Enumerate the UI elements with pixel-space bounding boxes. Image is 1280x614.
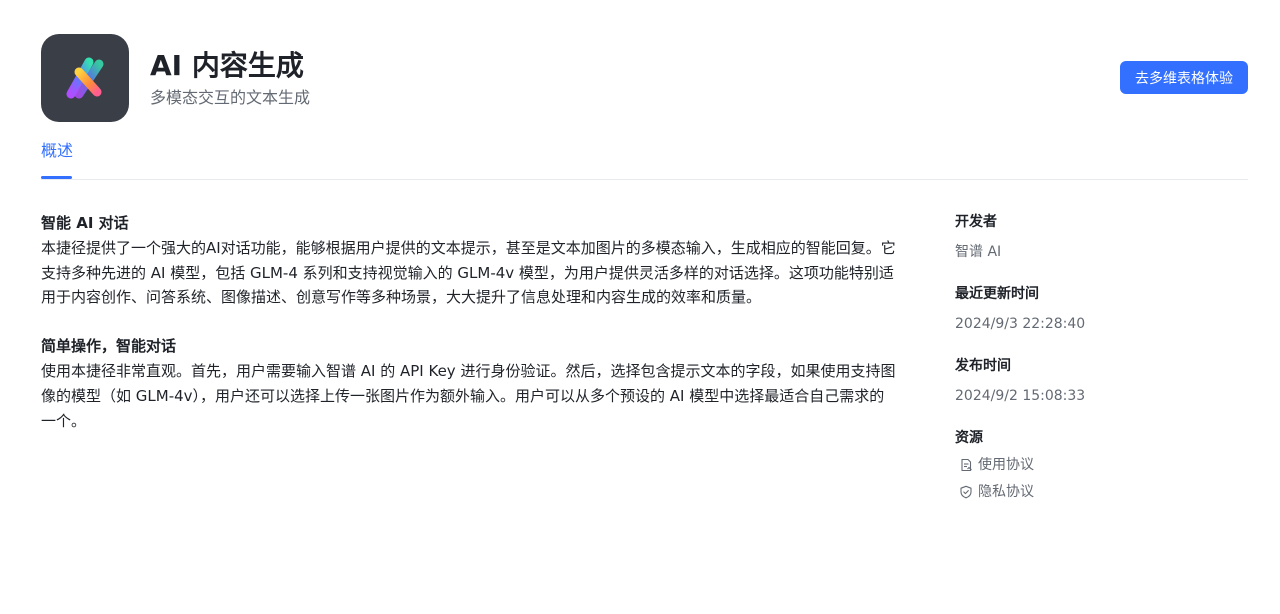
published-info: 发布时间 2024/9/2 15:08:33	[955, 355, 1245, 407]
published-label: 发布时间	[955, 358, 1011, 374]
resources-info: 资源 使用协议 隐私协议	[955, 427, 1245, 503]
page-title: AI 内容生成	[150, 49, 304, 82]
document-icon	[961, 458, 972, 472]
section-smart-ai-chat: 智能 AI 对话 本捷径提供了一个强大的AI对话功能，能够根据用户提供的文本提示…	[41, 211, 899, 310]
tab-overview[interactable]: 概述	[41, 139, 73, 163]
terms-of-use-label: 使用协议	[978, 457, 1034, 473]
overview-content: 智能 AI 对话 本捷径提供了一个强大的AI对话功能，能够根据用户提供的文本提示…	[41, 211, 899, 457]
privacy-policy-label: 隐私协议	[978, 484, 1034, 500]
section-body: 本捷径提供了一个强大的AI对话功能，能够根据用户提供的文本提示，甚至是文本加图片…	[41, 239, 896, 307]
try-in-base-button[interactable]: 去多维表格体验	[1120, 61, 1248, 94]
tab-divider	[41, 179, 1248, 180]
info-sidebar: 开发者 智谱 AI 最近更新时间 2024/9/3 22:28:40 发布时间 …	[955, 211, 1245, 523]
developer-info: 开发者 智谱 AI	[955, 211, 1245, 263]
published-value: 2024/9/2 15:08:33	[955, 388, 1086, 404]
updated-info: 最近更新时间 2024/9/3 22:28:40	[955, 283, 1245, 335]
ai-x-logo-icon	[41, 34, 129, 122]
section-simple-operation: 简单操作，智能对话 使用本捷径非常直观。首先，用户需要输入智谱 AI 的 API…	[41, 334, 899, 433]
shield-check-icon	[960, 485, 972, 499]
plugin-detail-page: AI 内容生成 多模态交互的文本生成 去多维表格体验 概述 智能 AI 对话 本…	[0, 0, 1280, 614]
terms-of-use-link[interactable]: 使用协议	[955, 454, 1245, 476]
resources-label: 资源	[955, 430, 983, 446]
section-body: 使用本捷径非常直观。首先，用户需要输入智谱 AI 的 API Key 进行身份验…	[41, 362, 896, 430]
privacy-policy-link[interactable]: 隐私协议	[955, 481, 1245, 503]
updated-value: 2024/9/3 22:28:40	[955, 316, 1086, 332]
page-subtitle: 多模态交互的文本生成	[150, 88, 311, 107]
section-heading: 智能 AI 对话	[41, 214, 129, 232]
updated-label: 最近更新时间	[955, 286, 1039, 302]
developer-value: 智谱 AI	[955, 244, 1002, 260]
section-heading: 简单操作，智能对话	[41, 337, 177, 356]
developer-label: 开发者	[955, 214, 997, 230]
